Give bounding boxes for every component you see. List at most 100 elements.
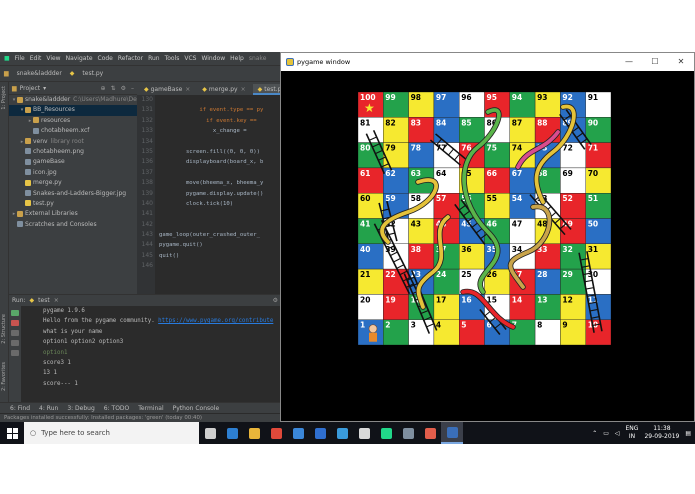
menu-item-vcs[interactable]: VCS [184,55,196,62]
rerun-icon[interactable] [11,310,19,316]
tools-icon [402,427,414,439]
tab-merge-py[interactable]: ◆ merge.py × [197,84,251,95]
scroll-icon[interactable] [11,340,19,346]
tree-item[interactable]: ▾ snake&laddder C:\Users\Madhure\De [9,95,137,105]
mail-taskbar-icon[interactable] [309,422,331,444]
files-taskbar-icon[interactable] [243,422,265,444]
network-icon[interactable]: ▭ [603,430,609,437]
pygame-canvas[interactable]: 100 ★ 99 98 97 96 95 94 93 92 91 81 82 83 84 85 86 87 88 89… [281,71,694,421]
structure-side-tab[interactable]: 2: Structure [1,314,7,344]
close-icon[interactable]: × [185,86,190,93]
store-taskbar-icon[interactable] [287,422,309,444]
volume-icon[interactable]: ◁ [615,430,620,437]
pycharm-ide: ■ File Edit View Navigate Code Refactor Run Tool… [0,52,282,422]
code-area[interactable]: if event.type == py if event.key == x_ch… [159,95,282,294]
tree-item[interactable]: ▸ resources [9,116,137,126]
tree-item[interactable]: icon.jpg [9,168,137,178]
pycharm-taskbar-icon[interactable] [375,422,397,444]
stop-icon[interactable] [11,320,19,326]
menu-item-refactor[interactable]: Refactor [118,55,143,62]
bottom-tab-2[interactable]: 3: Debug [67,405,94,412]
task-view-icon [204,427,216,439]
pin-icon[interactable] [11,350,19,356]
close-icon[interactable]: × [241,86,246,93]
tree-item[interactable]: ▸ External Libraries [9,209,137,219]
bottom-tab-0[interactable]: 6: Find [10,405,30,412]
file-crumb[interactable]: test.py [82,70,103,77]
project-side-tab[interactable]: 1: Project [1,86,7,110]
favorites-side-tab[interactable]: 2: Favorites [1,362,7,391]
chrome-taskbar-icon[interactable] [265,422,287,444]
line-number: 144 [141,241,153,249]
console-text: what is your name [43,328,103,335]
minimize-button[interactable]: — [616,53,642,71]
taskbar-search[interactable]: ○ Type here to search [24,422,199,444]
menu-item-help[interactable]: Help [230,55,244,62]
run-config-tab[interactable]: test [38,297,50,304]
cards-taskbar-icon[interactable] [353,422,375,444]
console-link[interactable]: https://www.pygame.org/contribute [158,318,273,324]
close-button[interactable]: ✕ [668,53,694,71]
tree-item[interactable]: Scratches and Consoles [9,220,137,230]
tree-item[interactable]: test.py [9,199,137,209]
photos-icon [336,427,348,439]
bottom-tab-1[interactable]: 4: Run [39,405,58,412]
language-indicator[interactable]: ENG IN [626,425,639,441]
cell-number: 40 [360,245,370,254]
bottom-tab-5[interactable]: Python Console [173,405,220,412]
tree-item[interactable]: Snakes-and-Ladders-Bigger.jpg [9,189,137,199]
tab-test-py[interactable]: ◆test.py× [252,84,282,95]
tree-item[interactable]: ▾ BB_Resources [9,105,137,116]
menu-item-tools[interactable]: Tools [165,55,180,62]
notifications-icon[interactable]: ▤ [685,430,691,437]
close-icon[interactable]: × [54,297,59,304]
photos-taskbar-icon[interactable] [331,422,353,444]
menu-item-edit[interactable]: Edit [30,55,42,62]
maximize-button[interactable]: ☐ [642,53,668,71]
tree-item[interactable]: chotabheem.png [9,147,137,157]
collapse-icon[interactable]: ⇅ [111,85,116,92]
menu-item-file[interactable]: File [15,55,25,62]
pygame-titlebar[interactable]: pygame window — ☐ ✕ [281,53,694,71]
project-panel-title[interactable]: Project [20,85,41,92]
menu-item-run[interactable]: Run [148,55,160,62]
tree-item-label: External Libraries [25,210,78,218]
menu-item-navigate[interactable]: Navigate [66,55,93,62]
tree-item[interactable]: merge.py [9,178,137,188]
tree-item-label: resources [41,116,71,124]
pause-icon[interactable] [11,330,19,336]
globe-icon[interactable]: ⊕ [101,85,106,92]
cell-number: 55 [487,194,497,203]
chevron-up-icon[interactable]: ⌃ [592,430,597,437]
gear-icon[interactable]: ⚙ [273,297,278,304]
cards-icon [358,427,370,439]
menu-item-code[interactable]: Code [98,55,113,62]
bottom-tab-4[interactable]: Terminal [138,405,163,412]
paint-taskbar-icon[interactable] [419,422,441,444]
cell-number: 81 [360,118,370,127]
start-button[interactable] [0,422,24,444]
project-crumb[interactable]: snake&laddder [17,70,62,77]
tools-taskbar-icon[interactable] [397,422,419,444]
bottom-tab-3[interactable]: 6: TODO [104,405,129,412]
tab-gameBase[interactable]: ◆ gameBase × [139,84,196,95]
hide-icon[interactable]: – [131,85,134,92]
python-taskbar-icon[interactable] [441,422,463,444]
cell-number: 79 [385,144,395,153]
task-view-taskbar-icon[interactable] [199,422,221,444]
tree-item[interactable]: ▸ venv library root [9,137,137,147]
gear-icon[interactable]: ⚙ [121,85,126,92]
menu-item-view[interactable]: View [46,55,60,62]
run-console[interactable]: pygame 1.9.6 Hello from the pygame commun… [23,306,282,403]
file-icon [25,179,31,186]
edge-taskbar-icon[interactable] [221,422,243,444]
dropdown-icon[interactable]: ▾ [43,85,46,92]
tree-item[interactable]: chotabheem.xcf [9,126,137,136]
tree-item[interactable]: gameBase [9,157,137,167]
clock[interactable]: 11:38 29-09-2019 [644,425,679,441]
board-cell: 38 [408,243,435,270]
menu-item-window[interactable]: Window [201,55,225,62]
cell-number: 20 [360,295,370,304]
